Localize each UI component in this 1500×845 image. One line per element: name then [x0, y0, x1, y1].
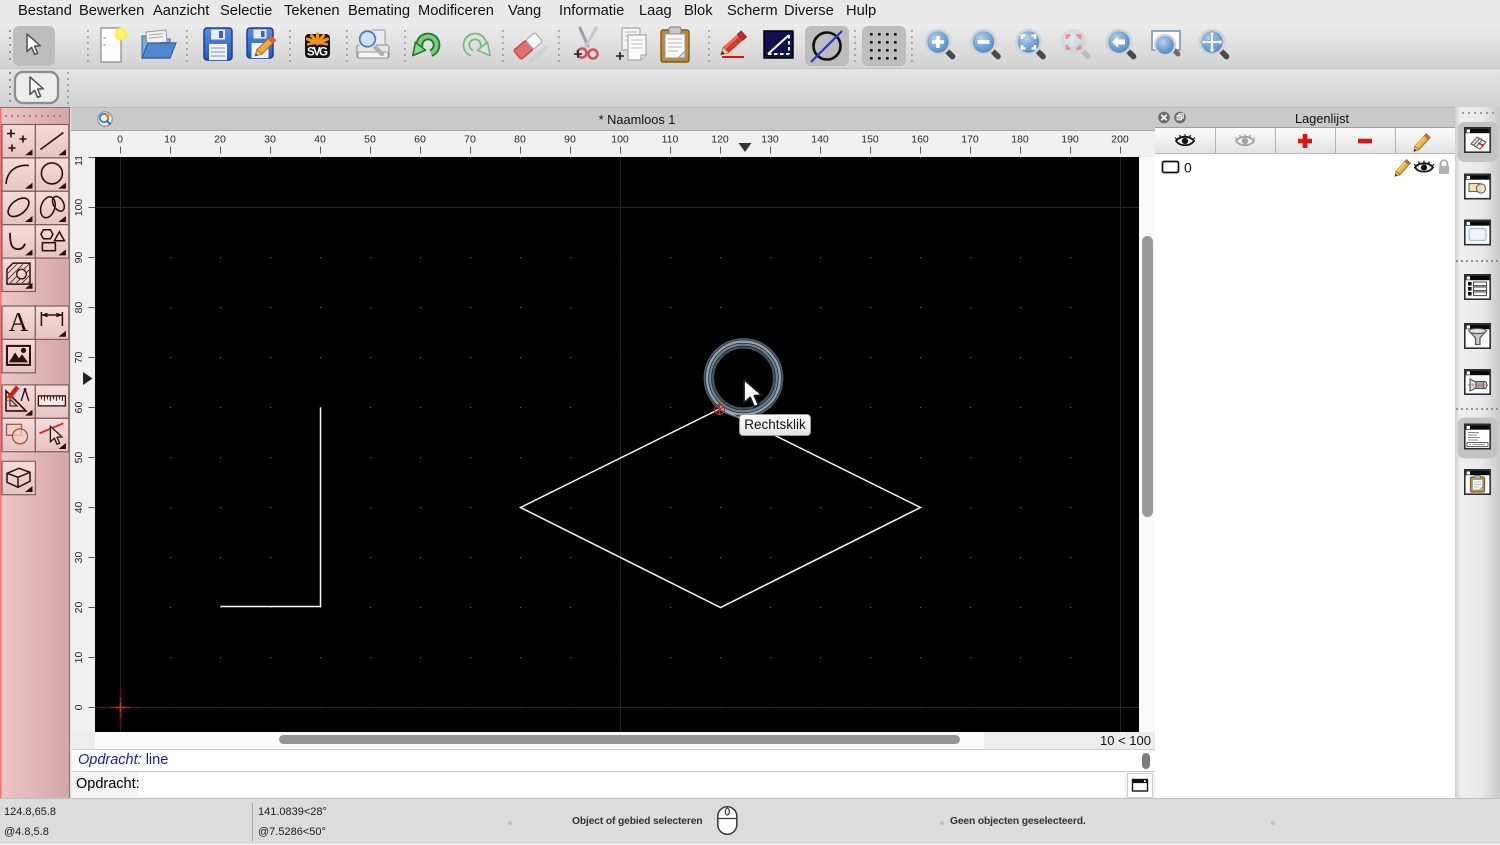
svg-text:0: 0 — [117, 134, 123, 146]
svg-text:70: 70 — [73, 351, 85, 363]
svg-text:80: 80 — [73, 301, 85, 313]
svg-text:A: A — [9, 307, 29, 337]
svg-text:190: 190 — [1061, 134, 1079, 146]
svg-text:200: 200 — [1111, 134, 1129, 146]
svg-text:100: 100 — [73, 198, 85, 216]
svg-text:120: 120 — [711, 134, 729, 146]
svg-text:50: 50 — [73, 451, 85, 463]
svg-text:0: 0 — [1184, 160, 1192, 176]
svg-text:0: 0 — [73, 704, 85, 710]
svg-text:30: 30 — [264, 134, 276, 146]
svg-text:20: 20 — [214, 134, 226, 146]
svg-text:20: 20 — [73, 601, 85, 613]
svg-text:70: 70 — [464, 134, 476, 146]
svg-text:30: 30 — [73, 551, 85, 563]
svg-text:40: 40 — [73, 501, 85, 513]
svg-text:60: 60 — [73, 401, 85, 413]
svg-text:170: 170 — [961, 134, 979, 146]
svg-text:60: 60 — [414, 134, 426, 146]
svg-text:SVG: SVG — [307, 47, 328, 59]
svg-text:80: 80 — [514, 134, 526, 146]
svg-text:90: 90 — [73, 251, 85, 263]
svg-text:110: 110 — [73, 157, 85, 166]
svg-text:40: 40 — [314, 134, 326, 146]
svg-text:140: 140 — [811, 134, 829, 146]
svg-text:50: 50 — [364, 134, 376, 146]
svg-text:130: 130 — [761, 134, 779, 146]
svg-text:110: 110 — [662, 134, 679, 146]
svg-text:10: 10 — [164, 134, 176, 146]
svg-text:160: 160 — [911, 134, 929, 146]
svg-text:180: 180 — [1011, 134, 1029, 146]
svg-text:100: 100 — [611, 134, 629, 146]
svg-text:90: 90 — [564, 134, 576, 146]
svg-text:10: 10 — [73, 651, 85, 663]
svg-text:150: 150 — [861, 134, 879, 146]
